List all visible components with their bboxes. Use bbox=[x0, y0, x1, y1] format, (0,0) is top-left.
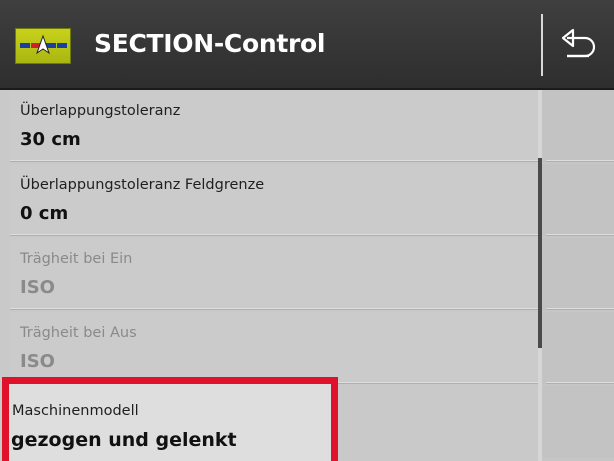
softkey-1[interactable] bbox=[542, 90, 614, 162]
screen: SECTION-Control Überlappungstoleranz 30 … bbox=[0, 0, 614, 461]
divider bbox=[546, 308, 614, 310]
item-value: ISO bbox=[20, 277, 55, 298]
item-label: Trägheit bei Aus bbox=[20, 325, 137, 341]
item-value: gezogen und gelenkt bbox=[11, 429, 237, 451]
item-label: Überlappungstoleranz Feldgrenze bbox=[20, 177, 265, 193]
item-label: Trägheit bei Ein bbox=[20, 251, 133, 267]
divider bbox=[546, 234, 614, 236]
item-value: 0 cm bbox=[20, 203, 69, 224]
softkey-4[interactable] bbox=[542, 312, 614, 384]
back-return-icon bbox=[561, 28, 596, 58]
list-item-ueberlappungstoleranz[interactable]: Überlappungstoleranz 30 cm bbox=[10, 90, 538, 162]
item-label: Maschinenmodell bbox=[12, 403, 139, 419]
list-item-traegheit-bei-aus: Trägheit bei Aus ISO bbox=[10, 312, 538, 384]
softkey-3[interactable] bbox=[542, 238, 614, 310]
softkey-5[interactable] bbox=[542, 386, 614, 458]
section-control-icon bbox=[15, 28, 71, 64]
back-button[interactable] bbox=[554, 16, 604, 72]
page-title: SECTION-Control bbox=[94, 29, 326, 58]
item-value: 30 cm bbox=[20, 129, 81, 150]
divider bbox=[546, 382, 614, 384]
list-item-ueberlappungstoleranz-feldgrenze[interactable]: Überlappungstoleranz Feldgrenze 0 cm bbox=[10, 164, 538, 236]
divider bbox=[10, 234, 538, 236]
item-value: ISO bbox=[20, 351, 55, 372]
divider bbox=[10, 160, 538, 162]
divider bbox=[10, 308, 538, 310]
list-item-traegheit-bei-ein: Trägheit bei Ein ISO bbox=[10, 238, 538, 310]
softkey-bar bbox=[542, 90, 614, 461]
item-label: Überlappungstoleranz bbox=[20, 103, 181, 119]
header-bar: SECTION-Control bbox=[0, 0, 614, 90]
divider bbox=[546, 160, 614, 162]
header-divider bbox=[541, 14, 543, 76]
list-item-maschinenmodell[interactable]: Maschinenmodell gezogen und gelenkt bbox=[9, 384, 331, 461]
softkey-2[interactable] bbox=[542, 164, 614, 236]
